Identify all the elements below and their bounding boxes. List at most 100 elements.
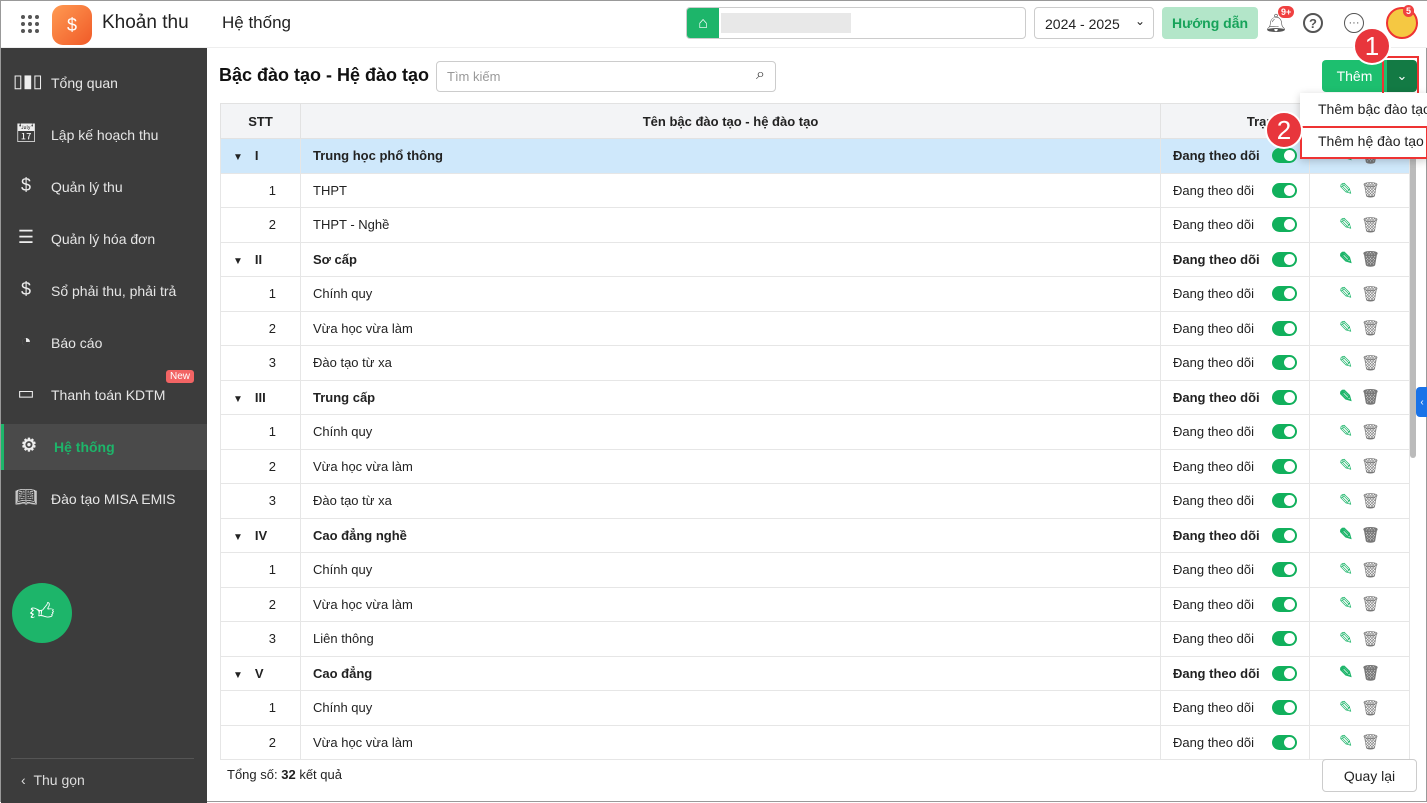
caret-down-icon[interactable]: ▼	[233, 152, 243, 163]
search-input[interactable]: Tìm kiếm ⌕	[436, 61, 776, 92]
table-row[interactable]: 2 Vừa học vừa làm Đang theo dõi ✎ 🗑︎	[220, 724, 1410, 760]
table-row[interactable]: 1 Chính quy Đang theo dõi ✎ 🗑︎	[220, 276, 1410, 312]
edit-pencil-icon[interactable]: ✎	[1339, 249, 1353, 268]
feedback-thumbs-up-icon[interactable]: 👍︎	[12, 583, 72, 643]
delete-trash-icon[interactable]: 🗑︎	[1361, 424, 1380, 441]
table-row[interactable]: 1 Chính quy Đang theo dõi ✎ 🗑︎	[220, 552, 1410, 588]
status-toggle[interactable]	[1272, 217, 1297, 233]
back-button[interactable]: Quay lại	[1322, 759, 1417, 792]
group-row[interactable]: ▼ V Cao đẳng Đang theo dõi ✎ 🗑︎	[220, 655, 1410, 691]
guide-button[interactable]: Hướng dẫn	[1162, 7, 1258, 39]
caret-down-icon[interactable]: ▼	[233, 394, 243, 405]
status-toggle[interactable]	[1272, 527, 1297, 543]
edit-pencil-icon[interactable]: ✎	[1339, 387, 1353, 406]
delete-trash-icon[interactable]: 🗑︎	[1361, 596, 1380, 613]
status-toggle[interactable]	[1272, 562, 1297, 578]
status-toggle[interactable]	[1272, 458, 1297, 474]
add-button[interactable]: Thêm	[1322, 60, 1387, 92]
edit-pencil-icon[interactable]: ✎	[1339, 318, 1353, 337]
caret-down-icon[interactable]: ▼	[233, 532, 243, 543]
delete-trash-icon[interactable]: 🗑︎	[1361, 355, 1380, 372]
table-row[interactable]: 1 Chính quy Đang theo dõi ✎ 🗑︎	[220, 414, 1410, 450]
sidebar-item[interactable]: 📖︎ Đào tạo MISA EMIS	[1, 476, 207, 522]
sidebar-item[interactable]: ▭ Thanh toán KDTM New	[1, 370, 207, 418]
status-toggle[interactable]	[1272, 148, 1297, 164]
group-row[interactable]: ▼I Trung học phổ thông Đang theo dõi ✎🗑︎	[220, 138, 1410, 174]
delete-trash-icon[interactable]: 🗑︎	[1361, 562, 1380, 579]
table-row[interactable]: 2 Vừa học vừa làm Đang theo dõi ✎ 🗑︎	[220, 310, 1410, 346]
edit-pencil-icon[interactable]: ✎	[1339, 732, 1353, 751]
edit-pencil-icon[interactable]: ✎	[1339, 698, 1353, 717]
school-year-select[interactable]: 2024 - 2025 ⌄	[1034, 7, 1154, 39]
sidebar-item[interactable]: $ Quản lý thu	[1, 164, 207, 210]
status-toggle[interactable]	[1272, 389, 1297, 405]
money-hand-icon: $	[20, 175, 31, 195]
sidebar-item[interactable]: ◔ Báo cáo	[1, 320, 207, 366]
delete-trash-icon[interactable]: 🗑︎	[1361, 631, 1380, 648]
edit-pencil-icon[interactable]: ✎	[1339, 491, 1353, 510]
search-icon[interactable]: ⌕	[756, 66, 765, 84]
status-toggle[interactable]	[1272, 320, 1297, 336]
sidebar-item[interactable]: $ Sổ phải thu, phải trả	[1, 268, 207, 314]
delete-trash-icon[interactable]: 🗑︎	[1361, 665, 1380, 682]
side-panel-toggle[interactable]: ‹	[1416, 387, 1427, 417]
edit-pencil-icon[interactable]: ✎	[1339, 560, 1353, 579]
help-icon[interactable]: ?	[1303, 13, 1323, 33]
status-toggle[interactable]	[1272, 631, 1297, 647]
caret-down-icon[interactable]: ▼	[233, 670, 243, 681]
table-row[interactable]: 2 Vừa học vừa làm Đang theo dõi ✎ 🗑︎	[220, 586, 1410, 622]
table-row[interactable]: 2 Vừa học vừa làm Đang theo dõi ✎ 🗑︎	[220, 448, 1410, 484]
edit-pencil-icon[interactable]: ✎	[1339, 456, 1353, 475]
status-toggle[interactable]	[1272, 734, 1297, 750]
sidebar-item[interactable]: ▯▮▯ Tổng quan	[1, 60, 207, 106]
table-row[interactable]: 3 Liên thông Đang theo dõi ✎ 🗑︎	[220, 621, 1410, 657]
status-toggle[interactable]	[1272, 596, 1297, 612]
sidebar-item-label: Thanh toán KDTM	[51, 387, 166, 403]
edit-pencil-icon[interactable]: ✎	[1339, 353, 1353, 372]
delete-trash-icon[interactable]: 🗑︎	[1361, 217, 1380, 234]
table-row[interactable]: 1 THPT Đang theo dõi ✎ 🗑︎	[220, 172, 1410, 208]
edit-pencil-icon[interactable]: ✎	[1339, 525, 1353, 544]
delete-trash-icon[interactable]: 🗑︎	[1361, 458, 1380, 475]
group-row[interactable]: ▼ III Trung cấp Đang theo dõi ✎ 🗑︎	[220, 379, 1410, 415]
caret-down-icon[interactable]: ▼	[233, 256, 243, 267]
delete-trash-icon[interactable]: 🗑︎	[1361, 286, 1380, 303]
group-row[interactable]: ▼ IV Cao đẳng nghề Đang theo dõi ✎ 🗑︎	[220, 517, 1410, 553]
edit-pencil-icon[interactable]: ✎	[1339, 215, 1353, 234]
edit-pencil-icon[interactable]: ✎	[1339, 629, 1353, 648]
sidebar-item[interactable]: 📅︎ Lập kế hoạch thu	[1, 112, 207, 158]
edit-pencil-icon[interactable]: ✎	[1339, 594, 1353, 613]
delete-trash-icon[interactable]: 🗑︎	[1361, 700, 1380, 717]
collapse-sidebar-button[interactable]: ‹ Thu gọn	[11, 758, 194, 801]
edit-pencil-icon[interactable]: ✎	[1339, 180, 1353, 199]
delete-trash-icon[interactable]: 🗑︎	[1361, 182, 1380, 199]
table-row[interactable]: 1 Chính quy Đang theo dõi ✎ 🗑︎	[220, 690, 1410, 726]
sidebar-item[interactable]: ☰ Quản lý hóa đơn	[1, 216, 207, 262]
status-toggle[interactable]	[1272, 493, 1297, 509]
table-row[interactable]: 3 Đào tạo từ xa Đang theo dõi ✎ 🗑︎	[220, 483, 1410, 519]
delete-trash-icon[interactable]: 🗑︎	[1361, 251, 1380, 268]
table-row[interactable]: 2 THPT - Nghề Đang theo dõi ✎ 🗑︎	[220, 207, 1410, 243]
status-toggle[interactable]	[1272, 286, 1297, 302]
delete-trash-icon[interactable]: 🗑︎	[1361, 320, 1380, 337]
delete-trash-icon[interactable]: 🗑︎	[1361, 389, 1380, 406]
school-selector[interactable]: ⌂	[686, 7, 1026, 39]
status-toggle[interactable]	[1272, 424, 1297, 440]
status-toggle[interactable]	[1272, 665, 1297, 681]
status-toggle[interactable]	[1272, 251, 1297, 267]
delete-trash-icon[interactable]: 🗑︎	[1361, 527, 1380, 544]
status-toggle[interactable]	[1272, 700, 1297, 716]
app-grid-icon[interactable]	[21, 15, 39, 33]
edit-pencil-icon[interactable]: ✎	[1339, 663, 1353, 682]
status-toggle[interactable]	[1272, 355, 1297, 371]
status-toggle[interactable]	[1272, 182, 1297, 198]
delete-trash-icon[interactable]: 🗑︎	[1361, 493, 1380, 510]
cell-status: Đang theo dõi	[1160, 621, 1310, 657]
edit-pencil-icon[interactable]: ✎	[1339, 422, 1353, 441]
sidebar-item[interactable]: ⚙ Hệ thống	[1, 424, 207, 470]
table-row[interactable]: 3 Đào tạo từ xa Đang theo dõi ✎ 🗑︎	[220, 345, 1410, 381]
menu-item-add-level[interactable]: Thêm bậc đào tạo	[1300, 93, 1427, 125]
delete-trash-icon[interactable]: 🗑︎	[1361, 734, 1380, 751]
edit-pencil-icon[interactable]: ✎	[1339, 284, 1353, 303]
group-row[interactable]: ▼ II Sơ cấp Đang theo dõi ✎ 🗑︎	[220, 241, 1410, 277]
